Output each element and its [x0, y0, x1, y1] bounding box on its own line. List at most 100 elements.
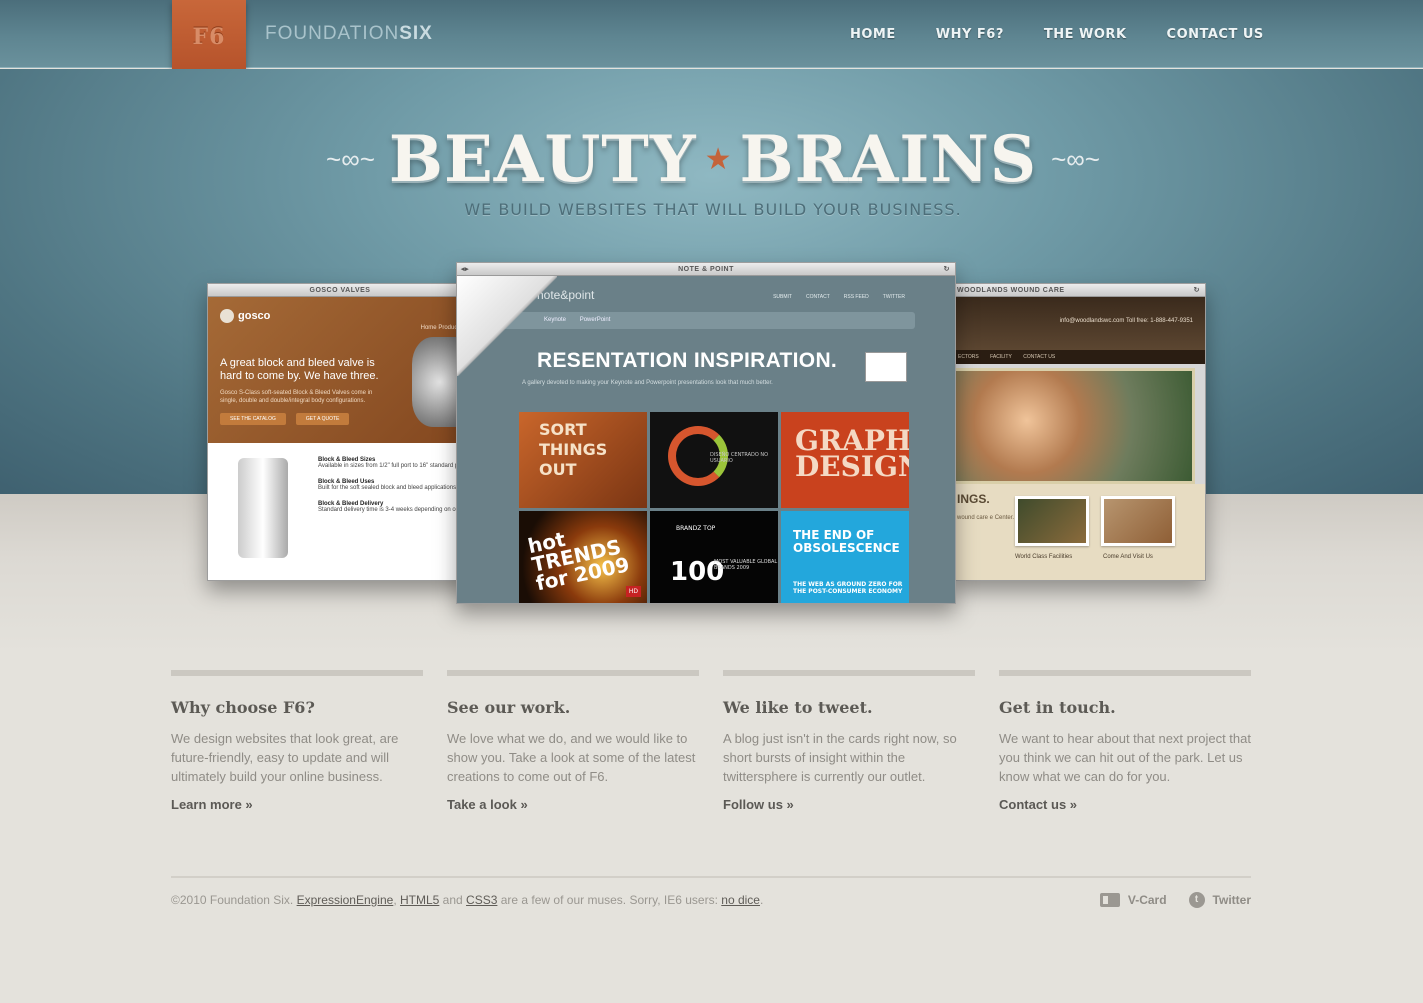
learn-more-link[interactable]: Learn more »	[171, 797, 253, 812]
vcard-icon	[1099, 893, 1120, 907]
expressionengine-link[interactable]: ExpressionEngine	[297, 893, 394, 907]
column-title: Get in touch.	[999, 698, 1116, 717]
feature-columns: Why choose F6? We design websites that l…	[171, 670, 1251, 814]
tile-brandz: BRANDZ TOP 100 MOST VALUABLE GLOBAL BRANDS…	[650, 511, 778, 603]
tile-text: THE WEB AS GROUND ZERO FOR THE POST-CONS…	[793, 581, 903, 595]
tile-graphic-design: GRAPHIC DESIGN	[781, 412, 909, 508]
tile-text: BRANDZ TOP	[676, 525, 716, 532]
woodlands-lower: INGS. wound care e Center. World Class F…	[953, 484, 1205, 580]
take-a-look-link[interactable]: Take a look »	[447, 797, 528, 812]
vcard-label: V-Card	[1127, 893, 1167, 907]
headline-word-right: BRAINS	[739, 121, 1038, 197]
star-icon: ★	[704, 142, 732, 176]
footer-prefix: ©2010 Foundation Six.	[171, 893, 297, 907]
column-body: We design websites that look great, are …	[171, 731, 399, 784]
html5-link[interactable]: HTML5	[400, 893, 439, 907]
footer-mid: are a few of our muses. Sorry, IE6 users…	[497, 893, 722, 907]
column-why-choose: Why choose F6? We design websites that l…	[171, 670, 423, 814]
window-titlebar: ◂▸ NOTE & POINT ↻	[457, 263, 955, 276]
logo[interactable]: F6	[172, 0, 246, 77]
woodlands-menu-item: ECTORS	[958, 354, 979, 360]
woodlands-menu-item: CONTACT US	[1023, 354, 1056, 360]
woodlands-menu-item: FACILITY	[990, 354, 1012, 360]
np-link: SUBMIT	[773, 294, 792, 300]
hero-tagline: WE BUILD WEBSITES THAT WILL BUILD YOUR B…	[464, 200, 962, 219]
column-body: We love what we do, and we would like to…	[447, 731, 696, 784]
nav-the-work[interactable]: THE WORK	[1044, 27, 1127, 42]
window-titlebar: GOSCO VALVES	[208, 284, 472, 297]
tile-text: hot TRENDS for 2009	[525, 526, 632, 596]
column-rule	[999, 670, 1251, 676]
tile-text: THE END OF OBSOLESCENCE	[793, 528, 900, 555]
main-nav: HOME WHY F6? THE WORK CONTACT US	[850, 27, 1304, 42]
tile-text: DISEÑO CENTRADO NO USUARIO	[710, 452, 769, 464]
portfolio-screen-notepoint[interactable]: ◂▸ NOTE & POINT ↻ note&point SUBMIT CONT…	[456, 262, 956, 604]
spec-item: Block & Bleed Sizes Available in sizes fr…	[318, 457, 472, 469]
hero-headline: ~∞~ BEAUTY ★ BRAINS ~∞~	[326, 121, 1100, 197]
tile-text: GRAPHIC DESIGN	[795, 424, 909, 483]
visit-caption: Come And Visit Us	[1103, 554, 1153, 560]
brand-name[interactable]: FOUNDATIONSIX	[265, 23, 433, 45]
woodlands-contact: info@woodlandswc.com Toll free: 1-888-44…	[1059, 318, 1193, 324]
contact-us-link[interactable]: Contact us »	[999, 797, 1077, 812]
portfolio-screen-woodlands[interactable]: WOODLANDS WOUND CARE ↻ info@woodlandswc.c…	[952, 283, 1206, 581]
gosco-specs: Block & Bleed Sizes Available in sizes fr…	[208, 443, 472, 580]
spec-desc: Built for the soft sealed block and blee…	[318, 485, 457, 491]
footer-end: .	[759, 893, 764, 907]
column-see-work: See our work. We love what we do, and we…	[447, 670, 699, 814]
footer-divider	[171, 876, 1251, 878]
window-title: GOSCO VALVES	[309, 287, 371, 294]
tile-hot-trends: hot TRENDS for 2009 HD	[519, 511, 647, 603]
facility-thumb	[1015, 496, 1089, 546]
np-link: TWITTER	[882, 294, 905, 300]
footer-links: V-Card t Twitter	[1099, 892, 1251, 908]
swash-right-icon: ~∞~	[1051, 143, 1100, 174]
column-tweet: We like to tweet. A blog just isn't in t…	[723, 670, 975, 814]
family-photo	[953, 368, 1195, 484]
tile-text: SORT THINGS OUT	[539, 420, 608, 479]
window-title: WOODLANDS WOUND CARE	[957, 287, 1065, 294]
twitter-icon: t	[1188, 892, 1205, 908]
tile-sort-things-out: SORT THINGS OUT	[519, 412, 647, 508]
gosco-quote-button: GET A QUOTE	[295, 413, 350, 425]
footer-separator: ,	[393, 893, 400, 907]
follow-us-link[interactable]: Follow us »	[723, 797, 794, 812]
column-rule	[723, 670, 975, 676]
woodlands-thumbs	[1015, 496, 1175, 546]
valve-spec-image	[238, 458, 288, 558]
notepoint-links: SUBMIT CONTACT RSS FEED TWITTER	[773, 294, 905, 300]
logo-mark: F6	[192, 24, 226, 50]
nav-home[interactable]: HOME	[850, 27, 896, 42]
spec-item: Block & Bleed Delivery Standard delivery …	[318, 501, 472, 513]
column-title: Why choose F6?	[171, 698, 315, 717]
nav-contact-us[interactable]: CONTACT US	[1167, 27, 1264, 42]
page-peel	[457, 276, 557, 376]
visit-thumb	[1101, 496, 1175, 546]
nav-why-f6[interactable]: WHY F6?	[936, 27, 1004, 42]
refresh-icon: ↻	[1193, 287, 1200, 294]
twitter-label: Twitter	[1212, 893, 1251, 907]
portfolio-screen-gosco[interactable]: GOSCO VALVES gosco Home Products A great…	[207, 283, 473, 581]
twitter-link[interactable]: t Twitter	[1188, 892, 1251, 908]
css3-link[interactable]: CSS3	[466, 893, 497, 907]
gosco-hero: gosco Home Products A great block and bl…	[208, 297, 472, 443]
gosco-catalog-button: SEE THE CATALOG	[220, 413, 286, 425]
column-rule	[447, 670, 699, 676]
column-title: See our work.	[447, 698, 571, 717]
tile-diseno: DISEÑO CENTRADO NO USUARIO	[650, 412, 778, 508]
vcard-link[interactable]: V-Card	[1099, 892, 1167, 908]
gosco-logo-text: gosco	[238, 310, 271, 322]
np-tab: PowerPoint	[579, 317, 611, 323]
back-forward-icon: ◂▸	[461, 266, 470, 273]
easel-icon	[865, 352, 907, 382]
gosco-body: Gosco S-Class soft-seated Block & Bleed …	[220, 390, 373, 404]
notepoint-subheading: A gallery devoted to making your Keynote…	[522, 380, 773, 386]
no-dice-link[interactable]: no dice	[721, 893, 760, 907]
gosco-logo-icon	[220, 309, 234, 323]
column-body: A blog just isn't in the cards right now…	[723, 731, 957, 784]
column-rule	[171, 670, 423, 676]
swash-left-icon: ~∞~	[326, 143, 375, 174]
tile-obsolescence: THE END OF OBSOLESCENCE THE WEB AS GROUND…	[781, 511, 909, 603]
np-link: CONTACT	[805, 294, 830, 300]
brand-light: FOUNDATION	[265, 23, 400, 44]
